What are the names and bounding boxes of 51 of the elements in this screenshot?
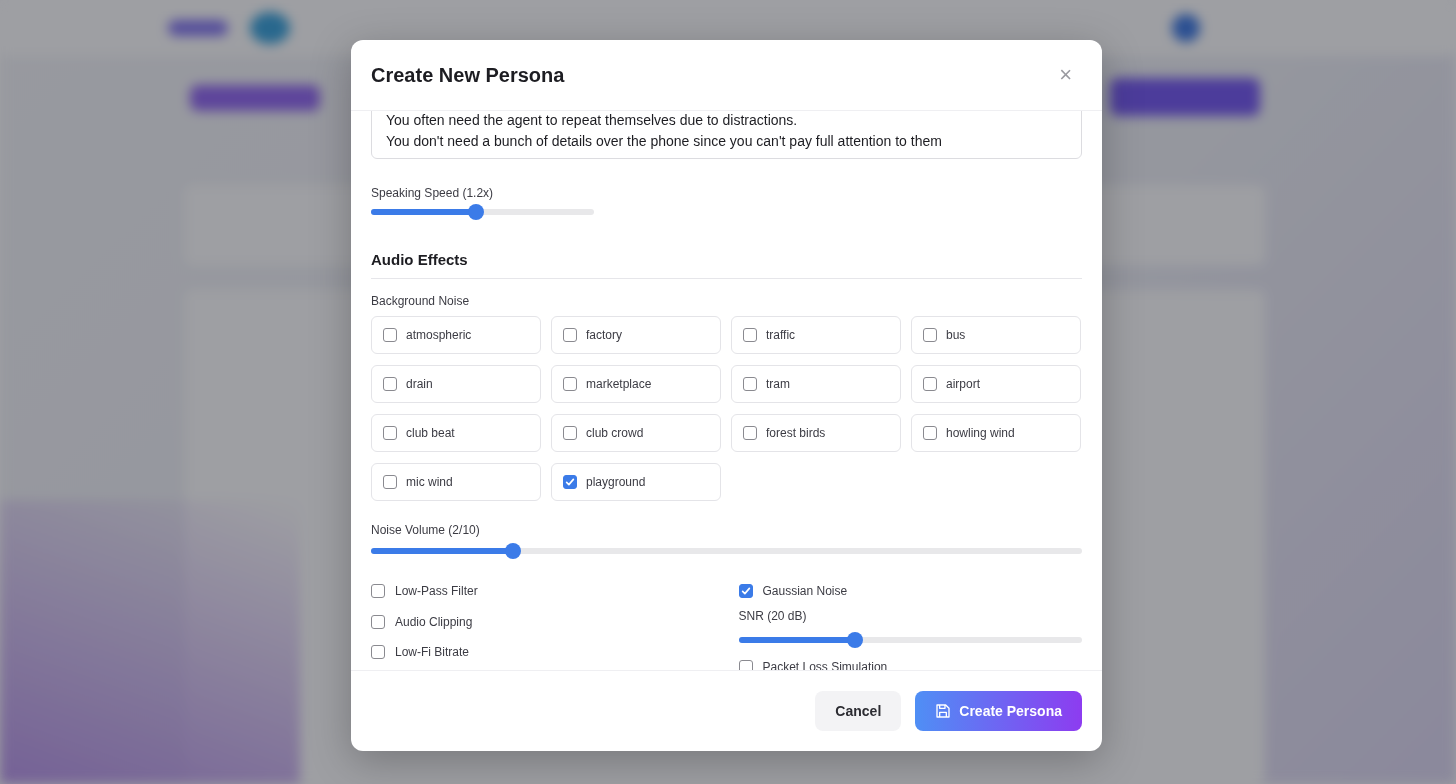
- slider-label: Noise Volume (2/10): [371, 523, 481, 537]
- create-button[interactable]: Create Persona: [915, 691, 1082, 731]
- checkbox-label[interactable]: Low-Fi Bitrate: [395, 645, 470, 660]
- checkbox-label[interactable]: Audio Clipping: [395, 614, 473, 629]
- checkbox[interactable]: [563, 377, 577, 391]
- checkbox-label[interactable]: Gaussian Noise: [762, 584, 848, 599]
- checkbox[interactable]: [923, 426, 937, 440]
- checkbox[interactable]: [923, 377, 937, 391]
- checkbox[interactable]: [383, 377, 397, 391]
- checkbox[interactable]: [738, 659, 753, 670]
- slider-thumb[interactable]: [505, 543, 522, 559]
- noise-option[interactable]: mic wind: [371, 463, 541, 501]
- checkbox[interactable]: [923, 328, 937, 342]
- slider-thumb[interactable]: [467, 204, 484, 220]
- checkbox[interactable]: [563, 426, 577, 440]
- checkbox[interactable]: [371, 584, 385, 599]
- checkbox[interactable]: [743, 426, 757, 440]
- noise-option[interactable]: bus: [911, 316, 1081, 354]
- checkbox-label[interactable]: Packet Loss Simulation: [762, 659, 888, 670]
- checkbox[interactable]: [383, 475, 397, 489]
- noise-option[interactable]: atmospheric: [371, 316, 541, 354]
- noise-option[interactable]: club crowd: [551, 414, 721, 452]
- slider-thumb[interactable]: [847, 631, 864, 648]
- noise-option[interactable]: tram: [731, 365, 901, 403]
- save-icon: [935, 703, 952, 719]
- noise-option[interactable]: marketplace: [551, 365, 721, 403]
- checkbox[interactable]: [371, 614, 385, 629]
- section-title: Audio Effects: [371, 251, 1082, 279]
- noise-option[interactable]: howling wind: [911, 414, 1081, 452]
- slider-label: Speaking Speed (1.2x): [371, 186, 495, 200]
- checkbox-label[interactable]: Low-Pass Filter: [395, 584, 478, 599]
- field-label: Background Noise: [371, 294, 471, 308]
- noise-option[interactable]: factory: [551, 316, 721, 354]
- noise-option[interactable]: playground: [551, 463, 721, 501]
- checkbox[interactable]: [383, 328, 397, 342]
- dialog-title: Create New Persona: [371, 63, 565, 87]
- noise-option[interactable]: club beat: [371, 414, 541, 452]
- checkbox[interactable]: [738, 584, 753, 599]
- noise-option[interactable]: traffic: [731, 316, 901, 354]
- checkbox[interactable]: [743, 328, 757, 342]
- checkbox[interactable]: [563, 475, 577, 489]
- noise-option[interactable]: airport: [911, 365, 1081, 403]
- noise-option[interactable]: drain: [371, 365, 541, 403]
- checkbox[interactable]: [563, 328, 577, 342]
- checkbox[interactable]: [371, 645, 385, 660]
- cancel-button[interactable]: Cancel: [815, 691, 902, 731]
- noise-option[interactable]: forest birds: [731, 414, 901, 452]
- checkbox[interactable]: [743, 377, 757, 391]
- checkbox[interactable]: [383, 426, 397, 440]
- description-field[interactable]: You often need the agent to repeat themselves due to distractions. You don't need a bunch of details over the phone since you can't pay full attention to them: [371, 111, 1082, 159]
- slider-label: SNR (20 dB): [738, 608, 808, 623]
